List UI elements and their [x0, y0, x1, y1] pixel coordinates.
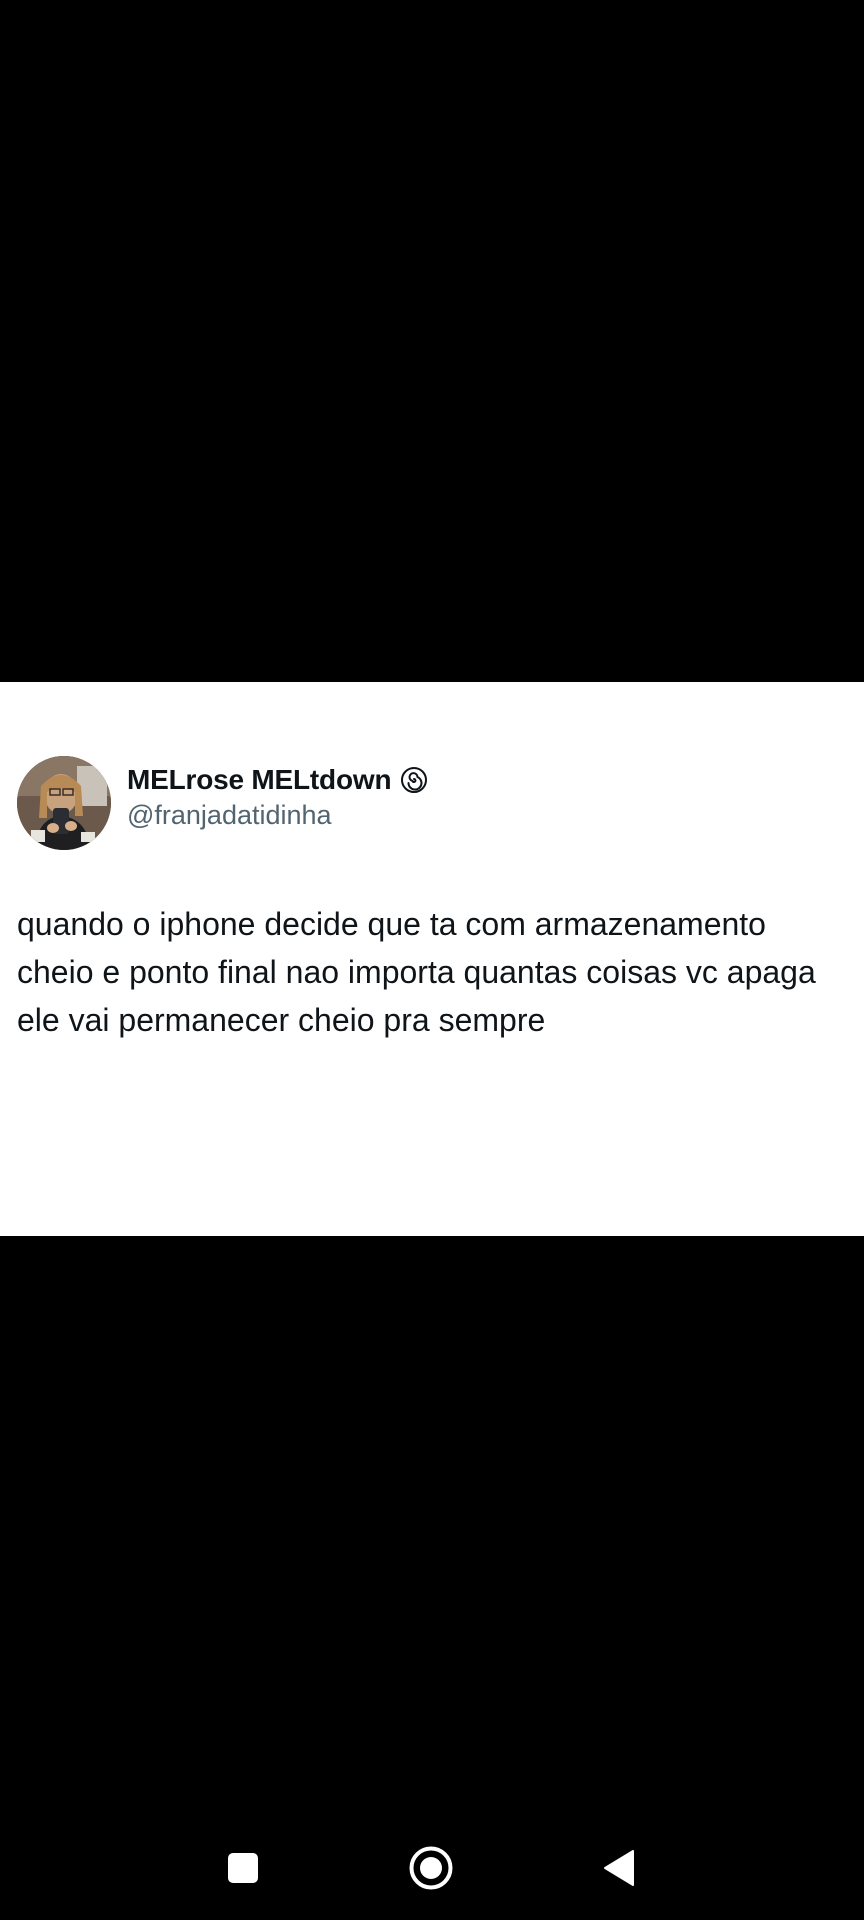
display-name[interactable]: MELrose MELtdown	[127, 764, 392, 796]
spiral-icon	[399, 765, 429, 795]
top-black-area	[0, 0, 864, 682]
navigation-bar	[0, 1820, 864, 1916]
back-button[interactable]	[579, 1820, 659, 1916]
home-button[interactable]	[391, 1820, 471, 1916]
home-icon	[409, 1846, 453, 1890]
avatar-image	[17, 756, 111, 850]
name-row: MELrose MELtdown	[127, 762, 429, 798]
tweet-card[interactable]: MELrose MELtdown @franjadatidinha quando…	[0, 682, 864, 1236]
bottom-black-area	[0, 1236, 864, 1920]
user-handle[interactable]: @franjadatidinha	[127, 800, 429, 831]
back-icon	[604, 1850, 634, 1886]
tweet-text: quando o iphone decide que ta com armaze…	[17, 906, 816, 1038]
tweet-author[interactable]: MELrose MELtdown @franjadatidinha	[127, 762, 429, 831]
recent-apps-icon	[228, 1853, 258, 1883]
avatar[interactable]	[17, 756, 111, 850]
recent-apps-button[interactable]	[203, 1820, 283, 1916]
